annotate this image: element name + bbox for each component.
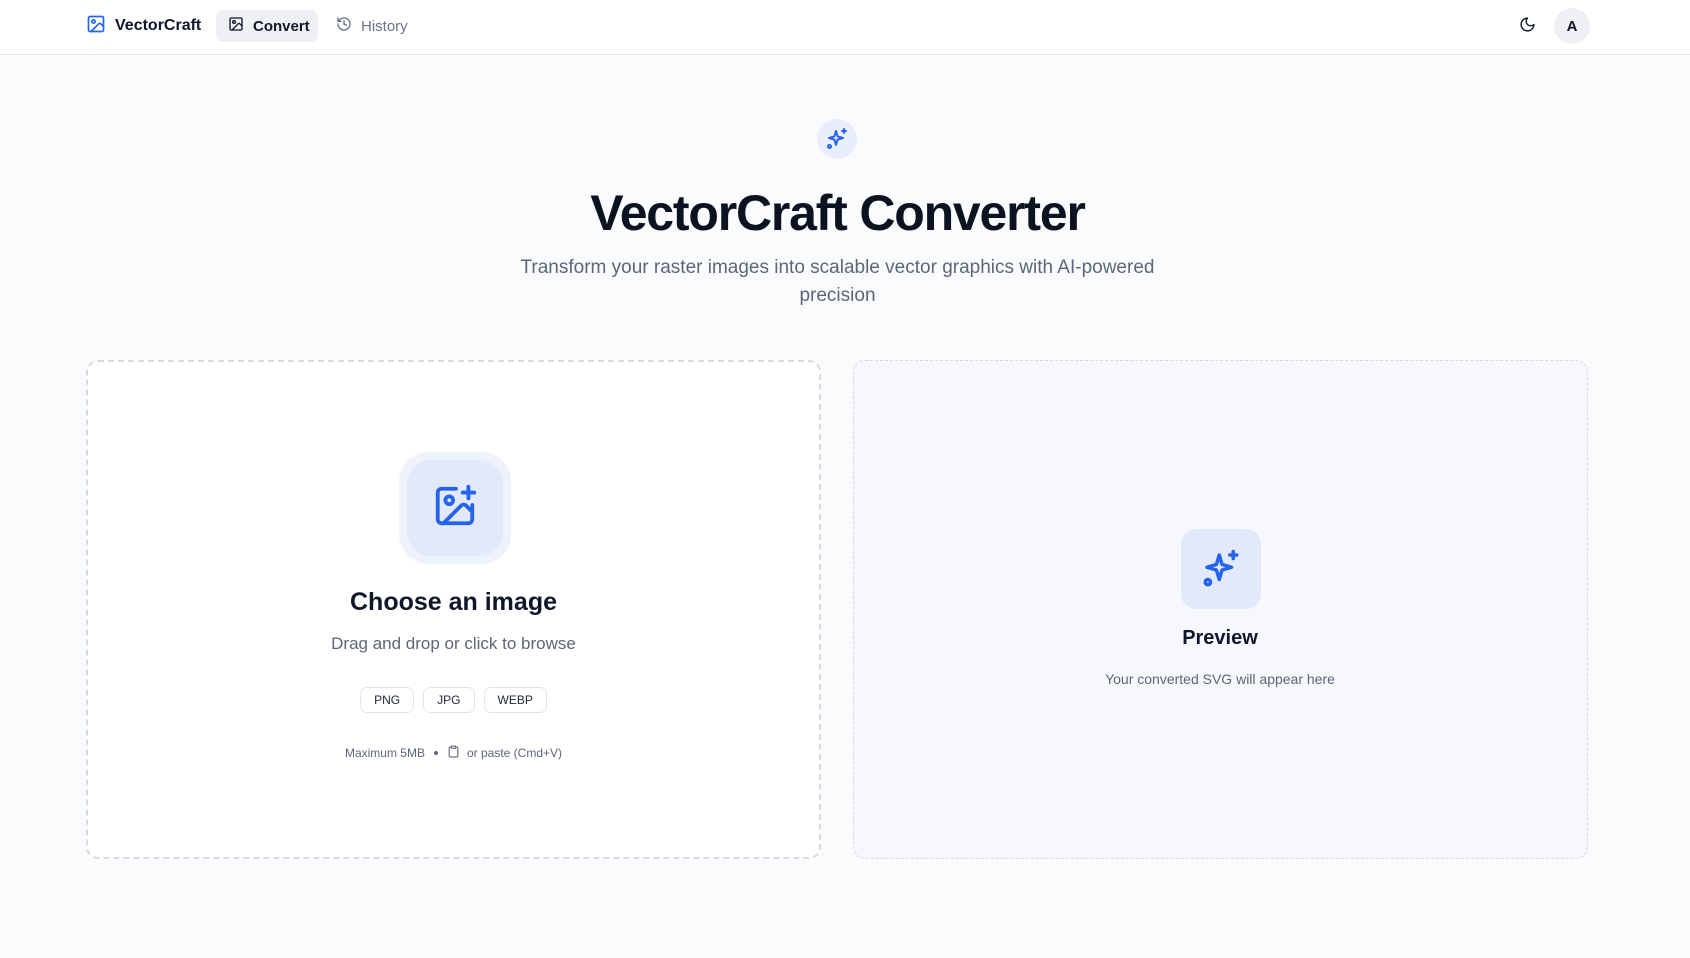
upload-limits: Maximum 5MB or paste (Cmd+V) <box>88 745 819 761</box>
brand-logo[interactable]: VectorCraft <box>86 14 201 38</box>
preview-subtitle: Your converted SVG will appear here <box>1105 671 1335 687</box>
sparkles-icon <box>1181 529 1261 609</box>
preview-title: Preview <box>1182 627 1258 649</box>
clipboard-icon <box>447 745 460 761</box>
upload-title: Choose an image <box>350 588 557 616</box>
separator-dot <box>433 751 438 755</box>
theme-toggle-button[interactable] <box>1512 12 1542 42</box>
tab-convert-label: Convert <box>253 17 310 35</box>
moon-icon <box>1519 16 1536 38</box>
format-chip-jpg: JPG <box>423 687 475 713</box>
preview-panel: Preview Your converted SVG will appear h… <box>853 360 1588 859</box>
image-icon <box>228 16 244 36</box>
image-plus-icon <box>432 483 478 534</box>
tab-history-label: History <box>361 17 408 35</box>
brand-name: VectorCraft <box>115 17 202 34</box>
upload-subtitle: Drag and drop or click to browse <box>331 634 576 653</box>
history-icon <box>336 16 352 36</box>
page-subtitle: Transform your raster images into scalab… <box>520 257 1155 306</box>
top-navbar: VectorCraft Convert History A <box>0 0 1690 55</box>
upload-dropzone[interactable]: Choose an image Drag and drop or click t… <box>86 360 821 859</box>
format-chip-png: PNG <box>360 687 415 713</box>
upload-icon-container <box>399 452 511 564</box>
max-size-text: Maximum 5MB <box>344 746 425 760</box>
sparkles-icon <box>817 119 857 159</box>
page-title: VectorCraft Converter <box>590 185 1086 241</box>
image-icon <box>86 14 106 39</box>
format-chip-webp: WEBP <box>483 687 547 713</box>
tab-convert[interactable]: Convert <box>216 10 318 42</box>
avatar[interactable]: A <box>1554 8 1590 44</box>
format-chips: PNG JPG WEBP <box>88 687 819 713</box>
paste-hint: or paste (Cmd+V) <box>447 745 562 761</box>
paste-hint-text: or paste (Cmd+V) <box>466 746 563 760</box>
tab-history[interactable]: History <box>324 10 414 42</box>
